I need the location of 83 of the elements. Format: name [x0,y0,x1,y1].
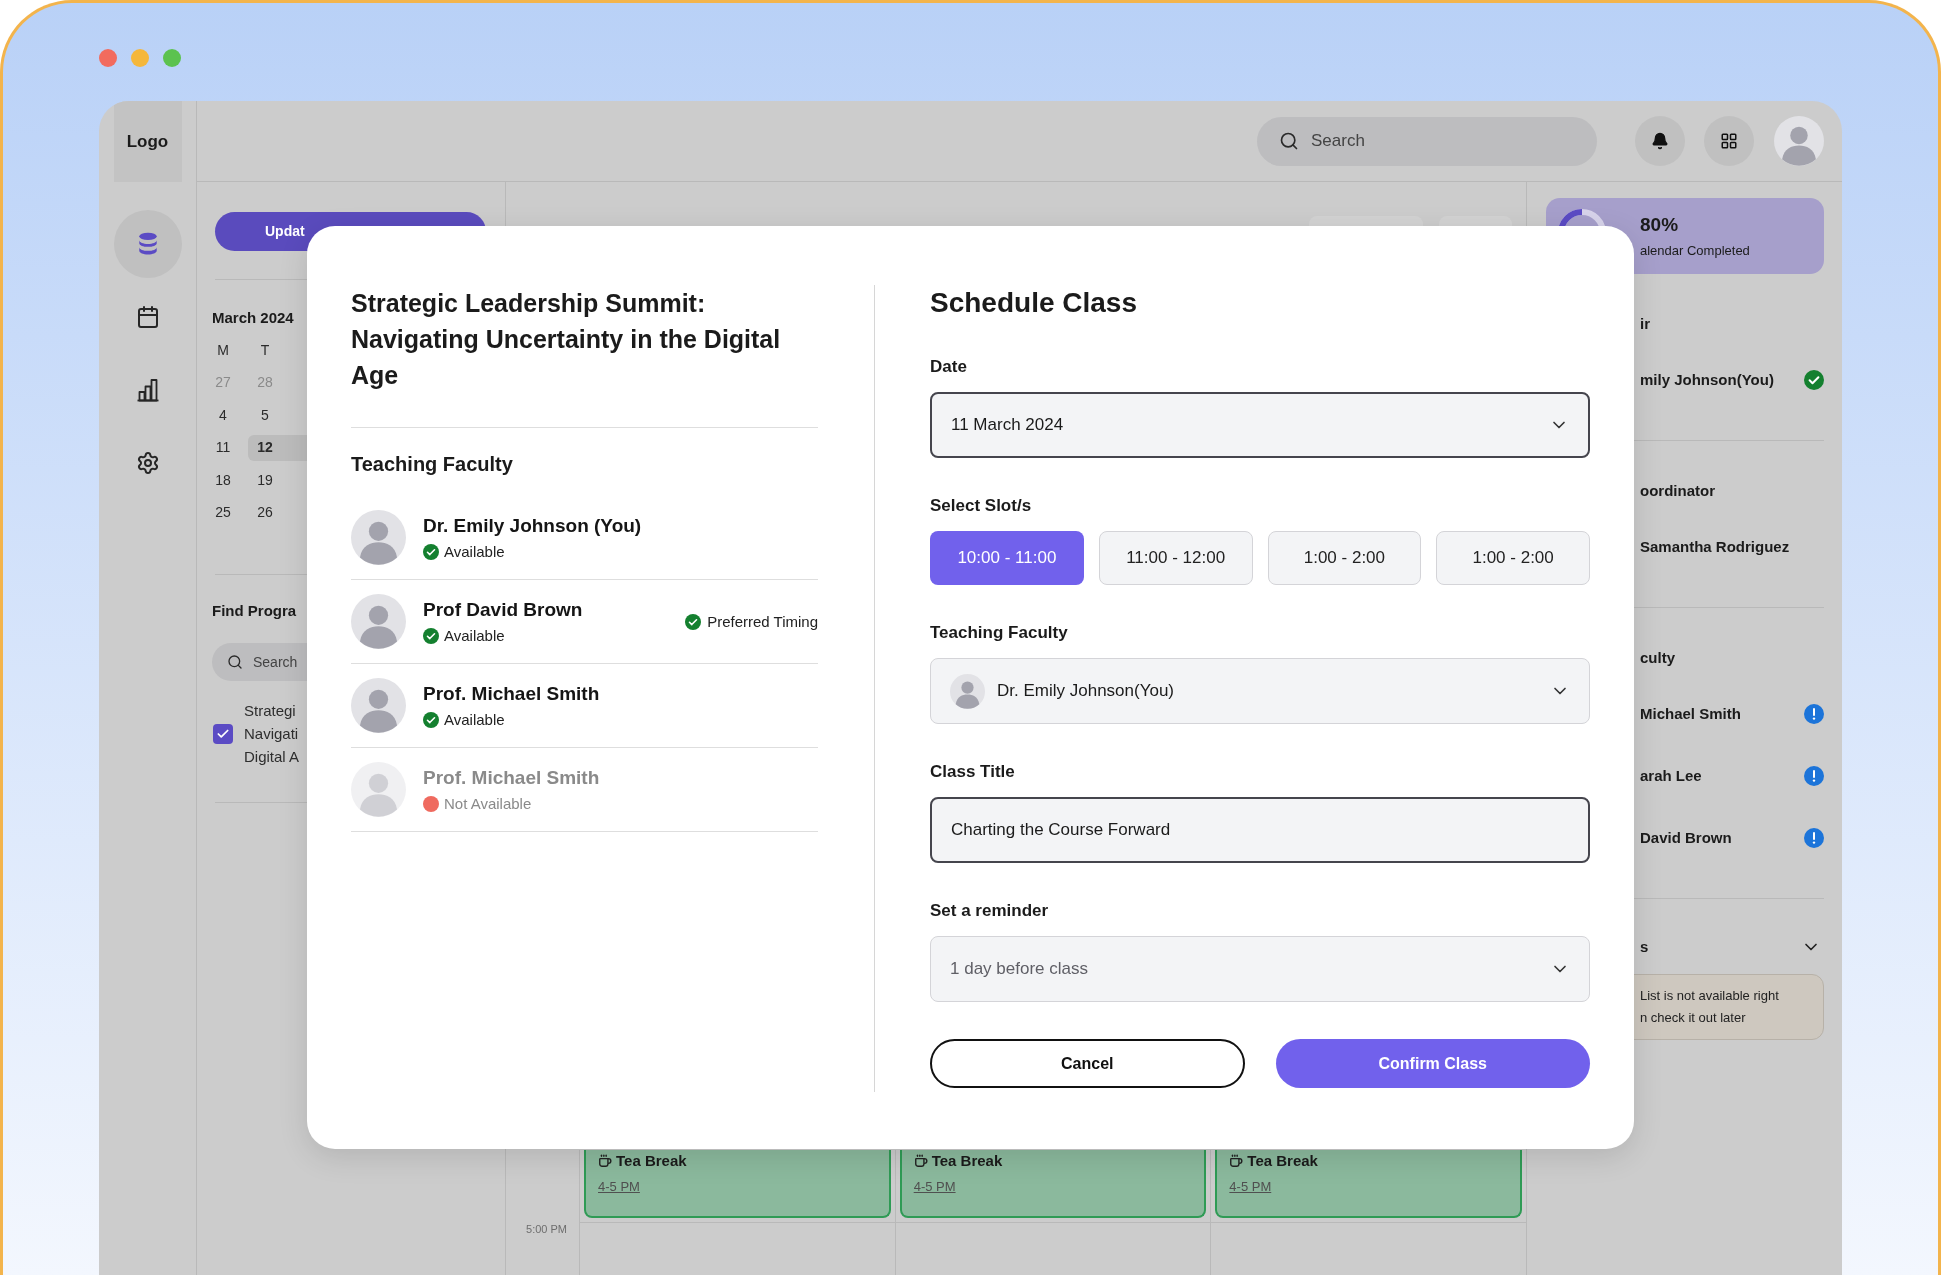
calendar-day[interactable]: 19 [248,469,282,491]
section-title: culty [1640,649,1675,666]
person-name: arah Lee [1640,766,1702,786]
field-label: Class Title [930,761,1015,783]
event-card[interactable]: Tea Break 4-5 PM [584,1150,891,1218]
faculty-name: Prof David Brown [423,597,583,622]
calendar-day[interactable]: 18 [204,469,242,491]
time-slot[interactable]: 1:00 - 2:00 [1436,531,1590,585]
check-circle-icon [685,613,702,630]
section-title: oordinator [1640,482,1715,499]
weekday-label: T [259,340,271,360]
time-slot[interactable]: 11:00 - 12:00 [1098,531,1253,585]
dropdown[interactable]: 1 day before class [930,936,1590,1002]
calendar-day[interactable]: 26 [248,502,282,524]
weekday-label: M [216,340,230,360]
apps-button[interactable] [1704,116,1754,166]
event-card[interactable]: Tea Break 4-5 PM [899,1150,1207,1218]
event-title: Tea Break [616,1152,687,1170]
calendar-day[interactable]: 5 [248,404,282,426]
time-label: 5:00 PM [526,1223,567,1235]
dropdown[interactable]: Dr. Emily Johnson(You) [930,658,1590,724]
event-title: Tea Break [1247,1152,1318,1170]
person-name: Samantha Rodriguez [1640,537,1790,557]
search-field[interactable]: Search [1257,116,1597,166]
program-title: Strategi Navigati Digital A [244,701,300,767]
dialog-title: Schedule Class [930,286,1137,320]
event-title: Tea Break [931,1152,1003,1170]
coffee-cup-icon [1229,1154,1244,1168]
faculty-name: Prof. Michael Smith [423,765,600,790]
time-slot[interactable]: 10:00 - 11:00 [930,531,1084,585]
program-title: Strategic Leadership Summit: Navigating Uncertainty in the Digital Age [351,288,782,391]
user-avatar-icon [950,673,985,709]
section-title: s [1640,937,1649,957]
notifications-button[interactable] [1635,116,1685,166]
event-time: 4-5 PM [1229,1179,1272,1195]
availability-status: Available [444,625,505,646]
field-label: Teaching Faculty [930,622,1068,644]
user-avatar-icon [351,510,406,565]
section-heading: Find Progra [212,601,297,621]
settings-icon [135,451,160,475]
grid-icon [1720,132,1738,150]
section-heading: Teaching Faculty [351,452,513,477]
field-label: Select Slot/s [930,495,1032,517]
field-label: Set a reminder [930,900,1049,922]
calendar-icon [135,305,160,329]
availability-status: Available [444,709,505,730]
coffee-cup-icon [913,1154,928,1168]
bar-chart-icon [135,378,160,402]
time-slot[interactable]: 1:00 - 2:00 [1267,531,1422,585]
cancel-button[interactable]: Cancel [930,1039,1245,1088]
calendar-day[interactable]: 11 [204,437,242,459]
calendar-day[interactable]: 4 [204,404,242,426]
search-field[interactable]: Search [212,643,307,681]
logo: Logo [113,101,182,182]
section-title: ir [1640,315,1650,332]
calendar-day[interactable]: 25 [204,502,242,524]
event-card[interactable]: Tea Break 4-5 PM [1215,1150,1522,1218]
event-time: 4-5 PM [598,1179,640,1195]
availability-status: Available [444,541,505,562]
progress-caption: alendar Completed [1640,242,1750,260]
person-name: mily Johnson(You) [1640,370,1774,390]
coffee-cup-icon [598,1154,612,1168]
preferred-timing-label: Preferred Timing [707,611,818,632]
user-avatar-icon [351,762,406,817]
field-label: Date [930,356,967,378]
dropdown[interactable]: 11 March 2024 [930,392,1590,458]
search-icon [227,654,243,670]
confirm-button[interactable]: Confirm Class [1275,1039,1590,1088]
search-icon [1279,131,1299,151]
event-time: 4-5 PM [913,1179,956,1195]
person-name: David Brown [1640,828,1732,848]
faculty-name: Dr. Emily Johnson (You) [423,513,642,538]
person-name: Michael Smith [1640,704,1741,724]
progress-value: 80% [1640,213,1680,237]
user-avatar-icon [351,594,406,649]
user-avatar-icon [351,678,406,733]
text-input[interactable]: Charting the Course Forward [930,797,1590,863]
month-title: March 2024 [212,308,294,328]
faculty-name: Prof. Michael Smith [423,681,600,706]
bell-icon [1651,132,1669,150]
availability-status: Not Available [444,793,532,814]
calendar-day[interactable]: 12 [248,434,307,461]
checkbox[interactable] [213,723,233,744]
